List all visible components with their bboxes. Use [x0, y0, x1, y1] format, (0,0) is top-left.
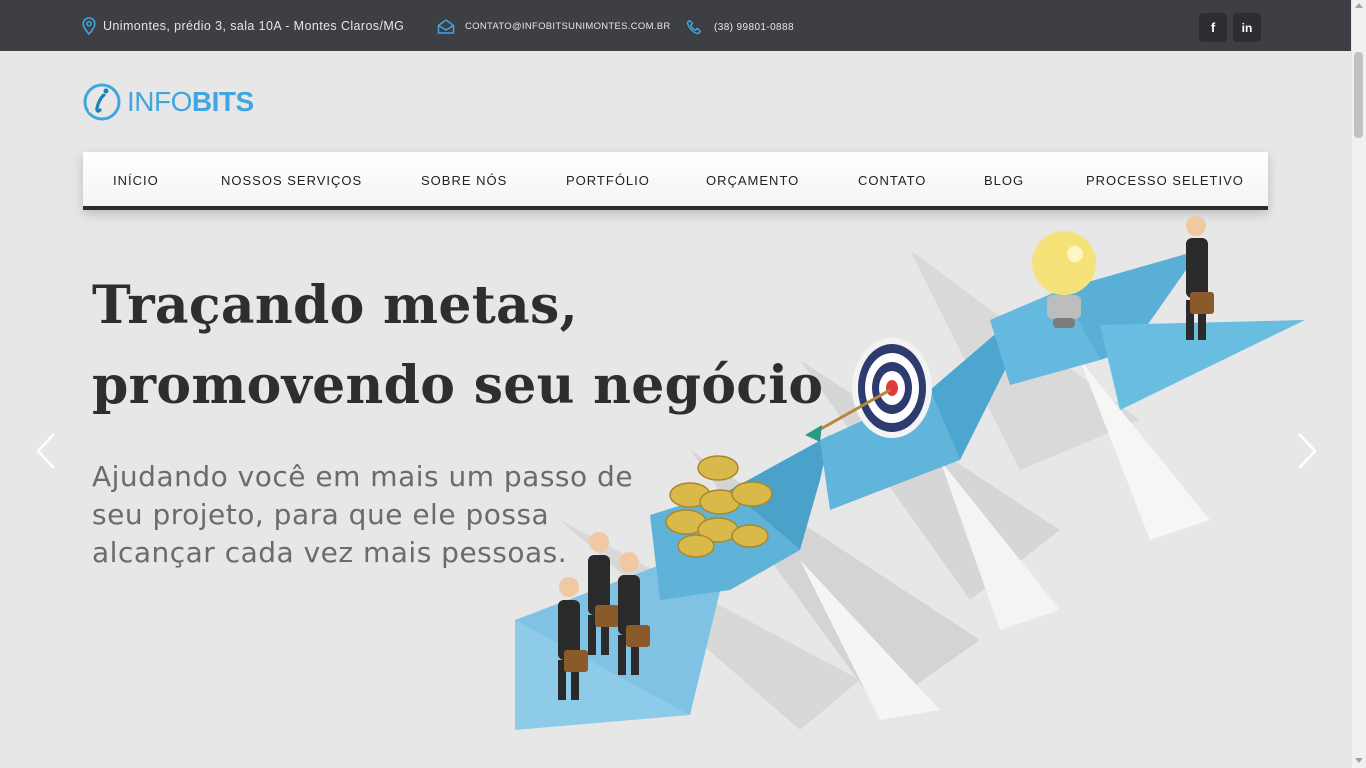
carousel-prev-button[interactable]: [35, 432, 57, 475]
hero-title: Traçando metas, promovendo seu negócio: [92, 266, 823, 426]
nav-item-contato[interactable]: CONTATO: [858, 173, 926, 188]
site-logo[interactable]: INFOBITS: [82, 82, 254, 122]
scroll-up-arrow-icon[interactable]: [1355, 3, 1363, 8]
logo-text-info: INFO: [127, 86, 192, 117]
main-navigation: INÍCIO NOSSOS SERVIÇOS SOBRE NÓS PORTFÓL…: [83, 152, 1268, 210]
nav-item-inicio[interactable]: INÍCIO: [113, 173, 159, 188]
scroll-down-arrow-icon[interactable]: [1355, 758, 1363, 763]
hero-title-line2: promovendo seu negócio: [92, 355, 824, 416]
nav-item-portfolio[interactable]: PORTFÓLIO: [566, 173, 650, 188]
nav-item-orcamento[interactable]: ORÇAMENTO: [706, 173, 799, 188]
nav-item-nossos-servicos[interactable]: NOSSOS SERVIÇOS: [221, 173, 362, 188]
chevron-left-icon: [36, 433, 55, 469]
facebook-icon: f: [1210, 20, 1216, 35]
address-text: Unimontes, prédio 3, sala 10A - Montes C…: [103, 19, 405, 33]
chevron-right-icon: [1298, 433, 1317, 469]
top-bar: Unimontes, prédio 3, sala 10A - Montes C…: [0, 0, 1351, 51]
address-info: Unimontes, prédio 3, sala 10A - Montes C…: [82, 17, 404, 35]
email-info[interactable]: CONTATO@INFOBITSUNIMONTES.COM.BR: [437, 19, 671, 34]
scrollbar-thumb[interactable]: [1354, 52, 1363, 138]
facebook-button[interactable]: f: [1199, 13, 1227, 42]
linkedin-button[interactable]: in: [1233, 13, 1261, 42]
infobits-logo-icon: [83, 83, 121, 121]
logo-text-bits: BITS: [191, 86, 254, 117]
email-text[interactable]: CONTATO@INFOBITSUNIMONTES.COM.BR: [465, 21, 671, 32]
nav-item-processo-seletivo[interactable]: PROCESSO SELETIVO: [1086, 173, 1244, 188]
nav-item-sobre-nos[interactable]: SOBRE NÓS: [421, 173, 507, 188]
carousel-next-button[interactable]: [1296, 432, 1318, 475]
logo-text: INFOBITS: [127, 88, 254, 116]
location-pin-icon: [82, 17, 96, 35]
nav-item-blog[interactable]: BLOG: [984, 173, 1024, 188]
linkedin-icon: in: [1241, 20, 1253, 35]
phone-info[interactable]: (38) 99801-0888: [686, 19, 794, 36]
envelope-icon: [437, 19, 455, 34]
phone-text[interactable]: (38) 99801-0888: [714, 22, 794, 33]
hero-subtitle: Ajudando você em mais um passo de seu pr…: [92, 460, 634, 569]
hero-title-line1: Traçando metas,: [92, 275, 579, 336]
phone-icon: [686, 19, 702, 35]
